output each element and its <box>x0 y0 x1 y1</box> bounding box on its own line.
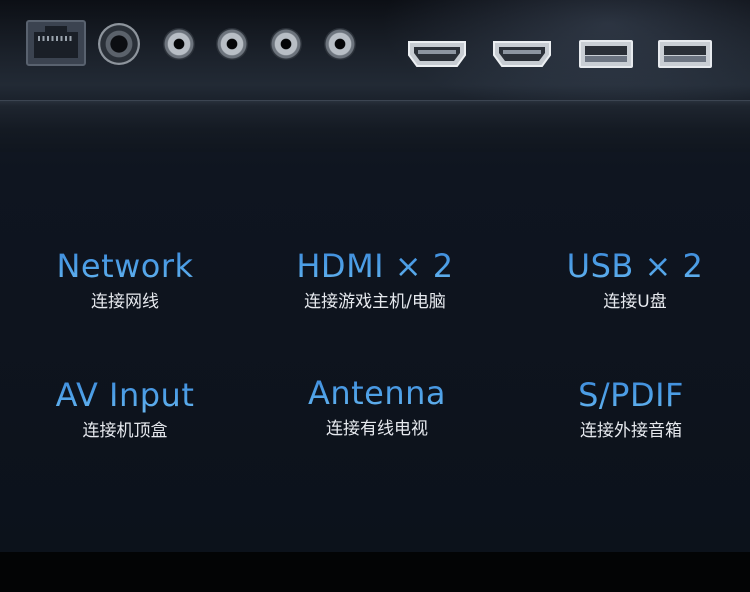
feature-spdif: S/PDIF 连接外接音箱 <box>506 375 750 443</box>
usb-port-slot <box>585 46 627 55</box>
product-feature-image: Network 连接网线 HDMI × 2 连接游戏主机/电脑 USB × 2 … <box>0 0 750 552</box>
coax-port-icon <box>98 23 140 65</box>
hdmi-port-icon <box>493 41 551 67</box>
usb-port-tongue <box>664 56 706 62</box>
feature-usb: USB × 2 连接U盘 <box>510 246 750 314</box>
feature-title: HDMI × 2 <box>250 246 500 286</box>
feature-subtitle: 连接游戏主机/电脑 <box>304 292 446 312</box>
feature-title: Network <box>0 246 250 286</box>
feature-subtitle: 连接U盘 <box>603 292 667 312</box>
feature-subtitle: 连接机顶盒 <box>82 421 168 441</box>
panel-ledge <box>0 100 750 152</box>
ethernet-port-icon <box>26 20 86 66</box>
feature-subtitle: 连接外接音箱 <box>580 421 682 441</box>
bottom-bar <box>0 552 750 592</box>
ports-panel <box>0 0 750 100</box>
hdmi-port-icon <box>408 41 466 67</box>
feature-title: USB × 2 <box>510 246 750 286</box>
av-port-icon <box>216 28 248 60</box>
usb-port-slot <box>664 46 706 55</box>
av-port-icon <box>163 28 195 60</box>
feature-subtitle: 连接网线 <box>91 292 159 312</box>
feature-subtitle: 连接有线电视 <box>326 419 428 439</box>
feature-title: S/PDIF <box>506 375 750 415</box>
feature-hdmi: HDMI × 2 连接游戏主机/电脑 <box>250 246 500 314</box>
av-port-icon <box>324 28 356 60</box>
feature-title: Antenna <box>252 373 502 413</box>
feature-title: AV Input <box>0 375 250 415</box>
usb-port-icon <box>579 40 633 68</box>
av-port-icon <box>270 28 302 60</box>
feature-av-input: AV Input 连接机顶盒 <box>0 375 250 443</box>
feature-antenna: Antenna 连接有线电视 <box>252 373 502 441</box>
panel-edge-line <box>0 100 750 101</box>
ethernet-port-pins <box>38 36 74 41</box>
usb-port-tongue <box>585 56 627 62</box>
usb-port-icon <box>658 40 712 68</box>
feature-network: Network 连接网线 <box>0 246 250 314</box>
